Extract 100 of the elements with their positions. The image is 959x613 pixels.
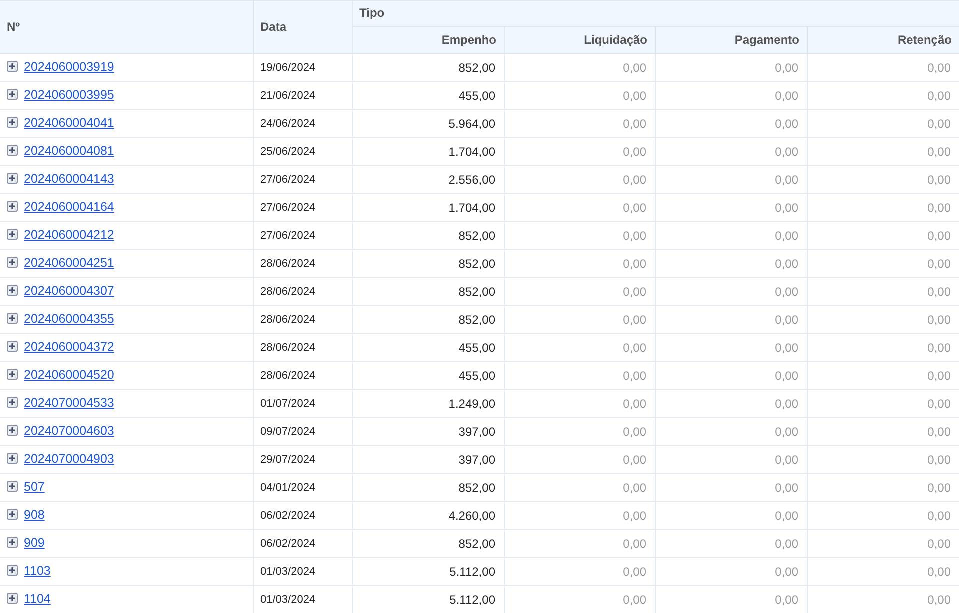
- column-header: Data: [253, 0, 352, 54]
- date-text: 28/06/2024: [260, 370, 316, 382]
- record-number-link[interactable]: 908: [24, 508, 45, 522]
- amount-text: 0,00: [775, 424, 798, 438]
- amount-text: 0,00: [928, 284, 951, 298]
- expand-icon[interactable]: [7, 509, 18, 520]
- amount-text: 0,00: [623, 480, 646, 494]
- record-number-link[interactable]: 909: [24, 536, 45, 550]
- amount-text: 0,00: [928, 144, 951, 158]
- amount-text: 0,00: [928, 200, 951, 214]
- amount-text: 0,00: [928, 116, 951, 130]
- expand-icon[interactable]: [7, 341, 18, 352]
- column-header: Nº: [0, 0, 253, 54]
- amount-text: 0,00: [623, 396, 646, 410]
- record-number-link[interactable]: 2024060004164: [24, 200, 114, 214]
- record-number-link[interactable]: 2024070004603: [24, 424, 114, 438]
- amount-text: 0,00: [928, 396, 951, 410]
- amount-text: 0,00: [775, 536, 798, 550]
- amount-text: 0,00: [928, 564, 951, 578]
- record-number-link[interactable]: 1104: [24, 592, 51, 606]
- expand-icon[interactable]: [7, 61, 18, 72]
- amount-text: 0,00: [623, 60, 646, 74]
- expand-icon[interactable]: [7, 425, 18, 436]
- amount-text: 852,00: [458, 60, 496, 74]
- expand-icon[interactable]: [7, 593, 18, 604]
- date-text: 01/03/2024: [260, 594, 316, 606]
- amount-text: 0,00: [623, 116, 646, 130]
- amount-text: 455,00: [458, 368, 496, 382]
- amount-text: 0,00: [775, 368, 798, 382]
- record-number-link[interactable]: 507: [24, 480, 45, 494]
- column-header: Pagamento: [655, 26, 807, 54]
- date-text: 27/06/2024: [260, 230, 316, 242]
- amount-text: 0,00: [623, 368, 646, 382]
- amount-text: 0,00: [623, 592, 646, 606]
- expand-icon[interactable]: [7, 173, 18, 184]
- column-header: Liquidação: [504, 26, 655, 54]
- amount-text: 0,00: [623, 144, 646, 158]
- record-number-link[interactable]: 2024070004533: [24, 396, 114, 410]
- record-number-link[interactable]: 2024060004372: [24, 340, 114, 354]
- amount-text: 0,00: [775, 88, 798, 102]
- amount-text: 0,00: [623, 564, 646, 578]
- expand-icon[interactable]: [7, 369, 18, 380]
- amount-text: 852,00: [458, 228, 496, 242]
- record-number-link[interactable]: 2024060004251: [24, 256, 114, 270]
- amount-text: 0,00: [928, 256, 951, 270]
- date-text: 01/07/2024: [260, 398, 316, 410]
- amount-text: 852,00: [458, 312, 496, 326]
- amount-text: 0,00: [775, 508, 798, 522]
- date-text: 28/06/2024: [260, 258, 316, 270]
- date-text: 09/07/2024: [260, 426, 316, 438]
- record-number-link[interactable]: 2024060004307: [24, 284, 114, 298]
- date-text: 27/06/2024: [260, 202, 316, 214]
- expand-icon[interactable]: [7, 117, 18, 128]
- record-number-link[interactable]: 2024060003919: [24, 60, 114, 74]
- amount-text: 0,00: [775, 200, 798, 214]
- record-number-link[interactable]: 2024060004520: [24, 368, 114, 382]
- amount-text: 5.964,00: [448, 116, 496, 130]
- record-number-link[interactable]: 2024070004903: [24, 452, 114, 466]
- date-text: 19/06/2024: [260, 62, 316, 74]
- amount-text: 1.704,00: [448, 200, 496, 214]
- amount-text: 0,00: [928, 536, 951, 550]
- column-group-header: Tipo: [352, 0, 959, 26]
- amount-text: 1.249,00: [448, 396, 496, 410]
- expand-icon[interactable]: [7, 229, 18, 240]
- record-number-link[interactable]: 2024060004355: [24, 312, 114, 326]
- expand-icon[interactable]: [7, 565, 18, 576]
- amount-text: 0,00: [928, 508, 951, 522]
- amount-text: 852,00: [458, 256, 496, 270]
- record-number-link[interactable]: 2024060004041: [24, 116, 114, 130]
- record-number-link[interactable]: 2024060004212: [24, 228, 114, 242]
- expand-icon[interactable]: [7, 397, 18, 408]
- amount-text: 0,00: [623, 312, 646, 326]
- date-text: 21/06/2024: [260, 90, 316, 102]
- amount-text: 0,00: [623, 508, 646, 522]
- amount-text: 5.112,00: [450, 564, 496, 578]
- amount-text: 397,00: [458, 452, 496, 466]
- amount-text: 0,00: [775, 256, 798, 270]
- expand-icon[interactable]: [7, 257, 18, 268]
- record-number-link[interactable]: 2024060003995: [24, 88, 114, 102]
- amount-text: 4.260,00: [448, 508, 496, 522]
- amount-text: 0,00: [928, 592, 951, 606]
- expand-icon[interactable]: [7, 481, 18, 492]
- expand-icon[interactable]: [7, 201, 18, 212]
- amount-text: 0,00: [775, 592, 798, 606]
- record-number-link[interactable]: 2024060004081: [24, 144, 114, 158]
- amount-text: 1.704,00: [448, 144, 496, 158]
- expand-icon[interactable]: [7, 313, 18, 324]
- amount-text: 2.556,00: [448, 172, 496, 186]
- column-header: Retenção: [807, 26, 959, 54]
- record-number-link[interactable]: 1103: [24, 564, 51, 578]
- amount-text: 0,00: [928, 424, 951, 438]
- expand-icon[interactable]: [7, 453, 18, 464]
- record-number-link[interactable]: 2024060004143: [24, 172, 114, 186]
- expand-icon[interactable]: [7, 89, 18, 100]
- amount-text: 0,00: [928, 480, 951, 494]
- expand-icon[interactable]: [7, 537, 18, 548]
- expand-icon[interactable]: [7, 145, 18, 156]
- expand-icon[interactable]: [7, 285, 18, 296]
- amount-text: 0,00: [775, 340, 798, 354]
- amount-text: 5.112,00: [450, 592, 496, 606]
